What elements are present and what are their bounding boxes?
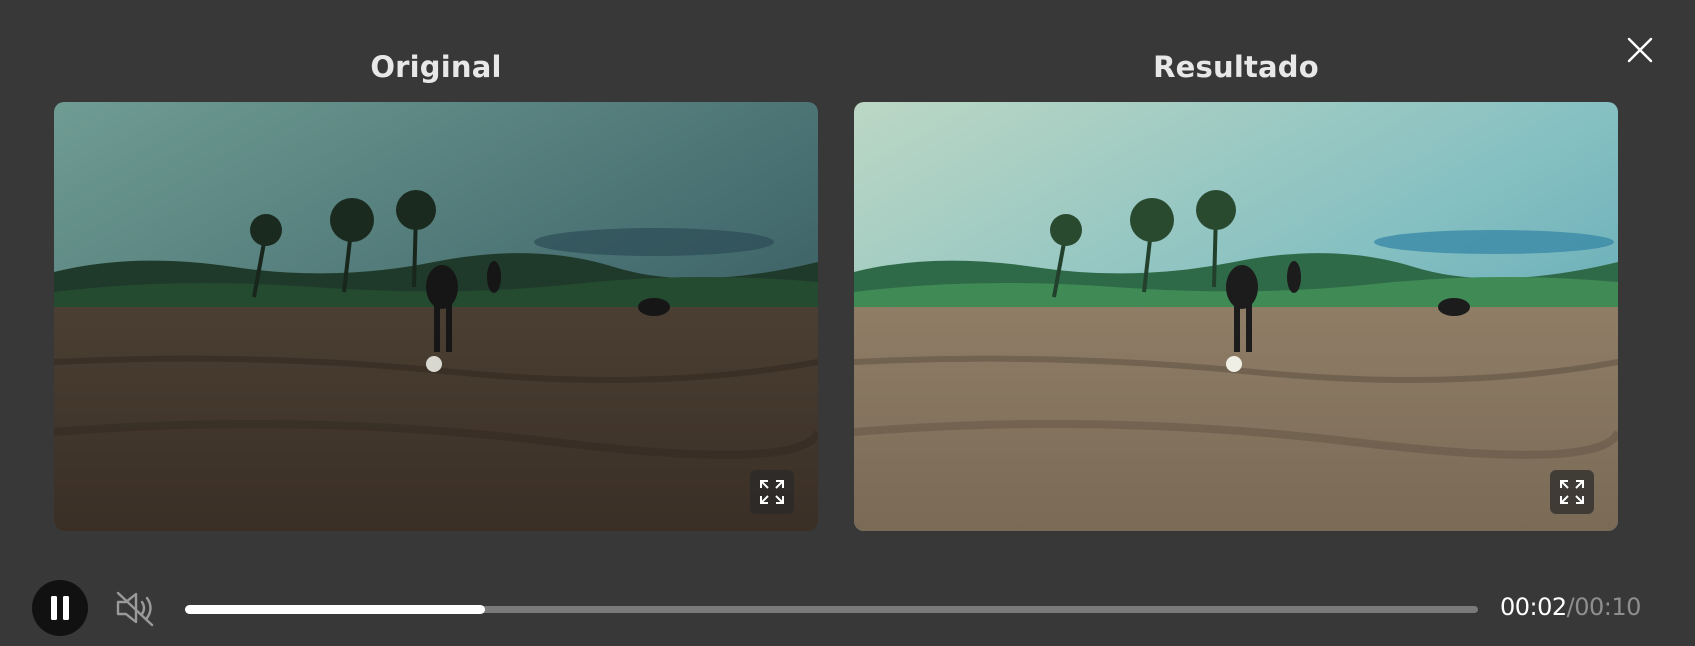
time-display: 00:02/00:10	[1500, 593, 1641, 621]
pause-icon	[51, 596, 69, 620]
current-time: 00:02	[1500, 593, 1567, 621]
result-video-frame	[854, 102, 1618, 531]
close-icon	[1627, 37, 1653, 63]
result-title: Resultado	[1153, 50, 1319, 84]
volume-muted-icon	[116, 591, 154, 627]
fullscreen-icon	[760, 480, 784, 504]
original-fullscreen-button[interactable]	[750, 470, 794, 514]
progress-fill	[185, 605, 485, 614]
mute-button[interactable]	[114, 589, 158, 627]
progress-bar[interactable]	[185, 605, 1478, 614]
original-video-frame	[54, 102, 818, 531]
original-video[interactable]	[54, 102, 818, 531]
result-fullscreen-button[interactable]	[1550, 470, 1594, 514]
close-button[interactable]	[1624, 34, 1656, 66]
original-title: Original	[370, 50, 502, 84]
fullscreen-icon	[1560, 480, 1584, 504]
result-video[interactable]	[854, 102, 1618, 531]
duration: 00:10	[1574, 593, 1641, 621]
pause-button[interactable]	[32, 580, 88, 636]
playback-controls: 00:02/00:10	[0, 578, 1695, 638]
